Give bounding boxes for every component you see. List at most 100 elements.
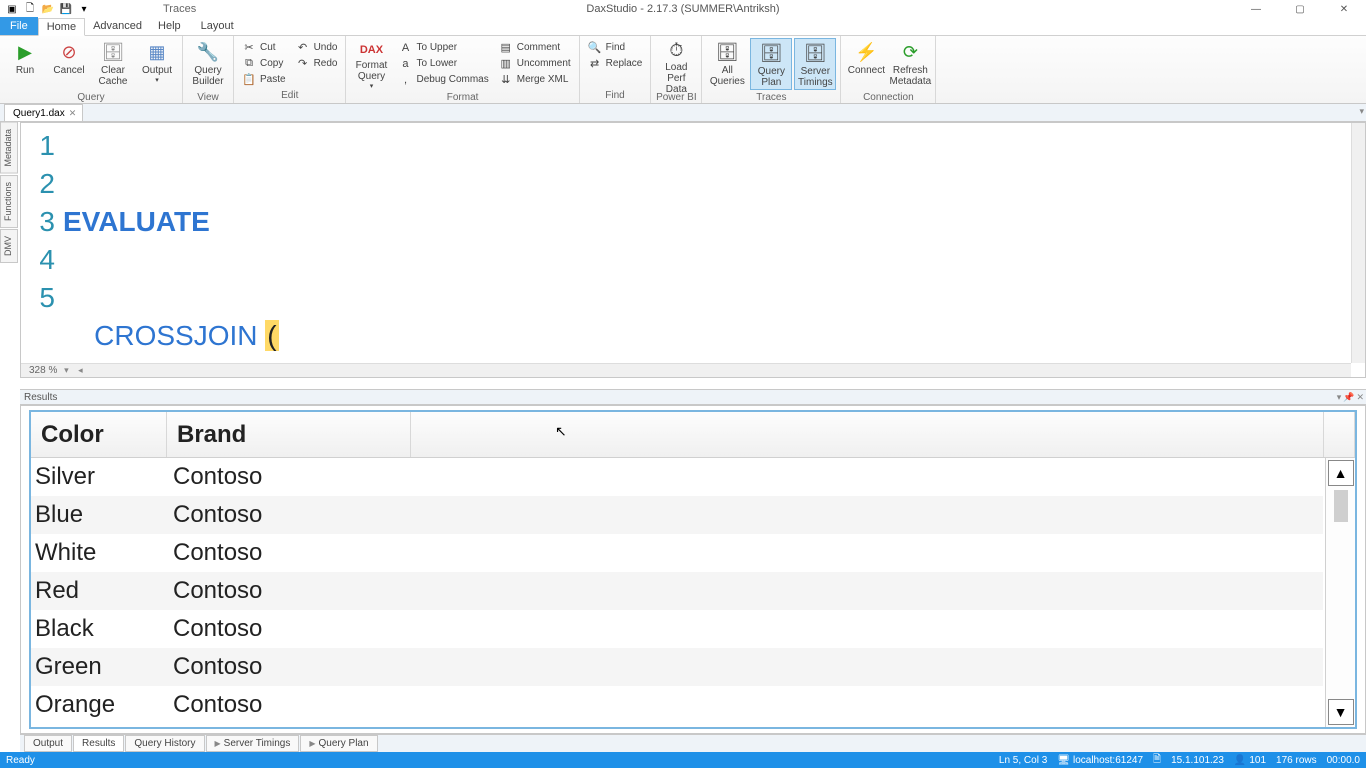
status-bar: Ready Ln 5, Col 3 🖥localhost:61247 🗎 15.… xyxy=(0,752,1366,768)
document-tab[interactable]: Query1.dax ✕ xyxy=(4,104,83,121)
column-header-color[interactable]: Color xyxy=(31,412,167,457)
copy-icon: ⧉ xyxy=(242,57,256,71)
bottom-tab-query-history[interactable]: Query History xyxy=(125,735,204,752)
status-version: 15.1.101.23 xyxy=(1171,755,1224,766)
to-upper-button[interactable]: ATo Upper xyxy=(394,40,492,55)
document-tab-label: Query1.dax xyxy=(13,108,65,119)
upper-icon: A xyxy=(398,41,412,55)
run-button[interactable]: ▶Run xyxy=(4,38,46,90)
line-gutter: 1 2 3 4 5 xyxy=(21,123,63,363)
cancel-button[interactable]: ⊘Cancel xyxy=(48,38,90,90)
table-row[interactable]: WhiteContoso xyxy=(31,534,1323,572)
ribbon-tabs: File Home Advanced Help Layout Traces xyxy=(0,18,1366,36)
editor-horizontal-scrollbar[interactable]: 328 % ▾ ◂ xyxy=(21,363,1351,377)
close-icon[interactable]: ✕ xyxy=(69,108,77,119)
maximize-button[interactable]: ▢ xyxy=(1278,0,1322,18)
paste-button[interactable]: 📋Paste xyxy=(238,72,290,87)
panel-dropdown-icon[interactable]: ▾ xyxy=(1337,392,1342,403)
undo-button[interactable]: ↶Undo xyxy=(292,40,342,55)
cut-button[interactable]: ✂Cut xyxy=(238,40,290,55)
document-tabs-dropdown[interactable]: ▾ xyxy=(1359,106,1364,117)
title-bar: ▣ 🗋 📂 💾 ▾ DaxStudio - 2.17.3 (SUMMER\Ant… xyxy=(0,0,1366,18)
to-lower-button[interactable]: aTo Lower xyxy=(394,56,492,71)
tab-help[interactable]: Help xyxy=(150,17,189,35)
bottom-tab-query-plan[interactable]: ▶Query Plan xyxy=(300,735,377,752)
tab-home[interactable]: Home xyxy=(38,18,85,36)
refresh-label: Refresh Metadata xyxy=(890,65,932,87)
open-icon[interactable]: 📂 xyxy=(40,1,56,17)
table-row[interactable]: BlueContoso xyxy=(31,496,1323,534)
scroll-down-button[interactable]: ▼ xyxy=(1328,699,1354,725)
table-row[interactable]: SilverContoso xyxy=(31,458,1323,496)
results-panel: Color Brand SilverContoso BlueContoso Wh… xyxy=(20,405,1366,734)
format-query-button[interactable]: DAXFormat Query▾ xyxy=(350,38,392,90)
group-label-find: Find xyxy=(580,90,651,103)
connect-button[interactable]: ⚡Connect xyxy=(845,38,887,90)
side-tab-dmv[interactable]: DMV xyxy=(0,229,18,263)
bottom-tab-server-timings[interactable]: ▶Server Timings xyxy=(206,735,300,752)
panel-pin-icon[interactable]: 📌 xyxy=(1343,392,1354,403)
load-perf-button[interactable]: ⏱Load Perf Data xyxy=(655,38,697,90)
qat-dropdown-icon[interactable]: ▾ xyxy=(76,1,92,17)
query-builder-label: Query Builder xyxy=(192,65,223,87)
tab-file[interactable]: File xyxy=(0,17,38,35)
table-row[interactable]: BlackContoso xyxy=(31,610,1323,648)
connect-icon: ⚡ xyxy=(854,40,878,64)
replace-button[interactable]: ⇄Replace xyxy=(584,56,647,71)
close-button[interactable]: ✕ xyxy=(1322,0,1366,18)
scrollbar-thumb[interactable] xyxy=(1334,490,1348,522)
editor[interactable]: 1 2 3 4 5 EVALUATE CROSSJOIN ( VALUES ( … xyxy=(20,122,1366,378)
redo-button[interactable]: ↷Redo xyxy=(292,56,342,71)
uncomment-icon: ▥ xyxy=(499,57,513,71)
server-timings-button[interactable]: 🗄Server Timings xyxy=(794,38,836,90)
scroll-left-icon[interactable]: ◂ xyxy=(75,365,85,376)
table-row[interactable]: GreenContoso xyxy=(31,648,1323,686)
side-tab-metadata[interactable]: Metadata xyxy=(0,122,18,174)
bottom-tab-output[interactable]: Output xyxy=(24,735,72,752)
column-header-brand[interactable]: Brand xyxy=(167,412,411,457)
window-title: DaxStudio - 2.17.3 (SUMMER\Antriksh) xyxy=(586,3,779,15)
all-queries-button[interactable]: 🗄All Queries xyxy=(706,38,748,90)
zoom-level[interactable]: 328 % xyxy=(29,365,57,376)
open-paren-highlight: ( xyxy=(265,320,278,351)
zoom-dropdown-icon[interactable]: ▾ xyxy=(61,365,71,376)
connect-label: Connect xyxy=(848,65,885,76)
uncomment-button[interactable]: ▥Uncomment xyxy=(495,56,575,71)
code-area[interactable]: EVALUATE CROSSJOIN ( VALUES ( Products[C… xyxy=(63,123,1351,363)
results-vertical-scrollbar[interactable]: ▲ ▼ xyxy=(1325,458,1355,727)
query-builder-button[interactable]: 🔧Query Builder xyxy=(187,38,229,90)
side-tab-functions[interactable]: Functions xyxy=(0,175,18,228)
find-button[interactable]: 🔍Find xyxy=(584,40,647,55)
server-timings-icon: 🗄 xyxy=(803,41,827,65)
all-queries-label: All Queries xyxy=(710,65,745,87)
merge-xml-button[interactable]: ⇊Merge XML xyxy=(495,72,575,87)
panel-close-icon[interactable]: ✕ xyxy=(1356,392,1364,403)
new-icon[interactable]: 🗋 xyxy=(22,1,38,17)
output-button[interactable]: ▦Output▾ xyxy=(136,38,178,90)
all-queries-icon: 🗄 xyxy=(715,40,739,64)
clear-cache-button[interactable]: 🗄Clear Cache xyxy=(92,38,134,90)
minimize-button[interactable]: — xyxy=(1234,0,1278,18)
scroll-up-button[interactable]: ▲ xyxy=(1328,460,1354,486)
ribbon: ▶Run ⊘Cancel 🗄Clear Cache ▦Output▾ Query… xyxy=(0,36,1366,104)
cut-icon: ✂ xyxy=(242,41,256,55)
ribbon-group-edit: ✂Cut ⧉Copy 📋Paste ↶Undo ↷Redo Edit xyxy=(234,36,346,103)
table-row[interactable]: OrangeContoso xyxy=(31,686,1323,724)
refresh-metadata-button[interactable]: ⟳Refresh Metadata xyxy=(889,38,931,90)
editor-vertical-scrollbar[interactable] xyxy=(1351,123,1365,363)
save-icon[interactable]: 💾 xyxy=(58,1,74,17)
copy-button[interactable]: ⧉Copy xyxy=(238,56,290,71)
debug-commas-button[interactable]: ,Debug Commas xyxy=(394,72,492,87)
query-plan-icon: 🗄 xyxy=(759,41,783,65)
bottom-tab-results[interactable]: Results xyxy=(73,735,124,752)
table-row[interactable]: RedContoso xyxy=(31,572,1323,610)
undo-icon: ↶ xyxy=(296,41,310,55)
tab-advanced[interactable]: Advanced xyxy=(85,17,150,35)
ribbon-group-query: ▶Run ⊘Cancel 🗄Clear Cache ▦Output▾ Query xyxy=(0,36,183,103)
comment-button[interactable]: ▤Comment xyxy=(495,40,575,55)
results-grid[interactable]: Color Brand SilverContoso BlueContoso Wh… xyxy=(29,410,1357,729)
query-plan-button[interactable]: 🗄Query Plan xyxy=(750,38,792,90)
perf-icon: ⏱ xyxy=(664,40,688,61)
tab-layout[interactable]: Layout xyxy=(193,17,242,35)
status-host: 🖥localhost:61247 xyxy=(1057,755,1143,766)
